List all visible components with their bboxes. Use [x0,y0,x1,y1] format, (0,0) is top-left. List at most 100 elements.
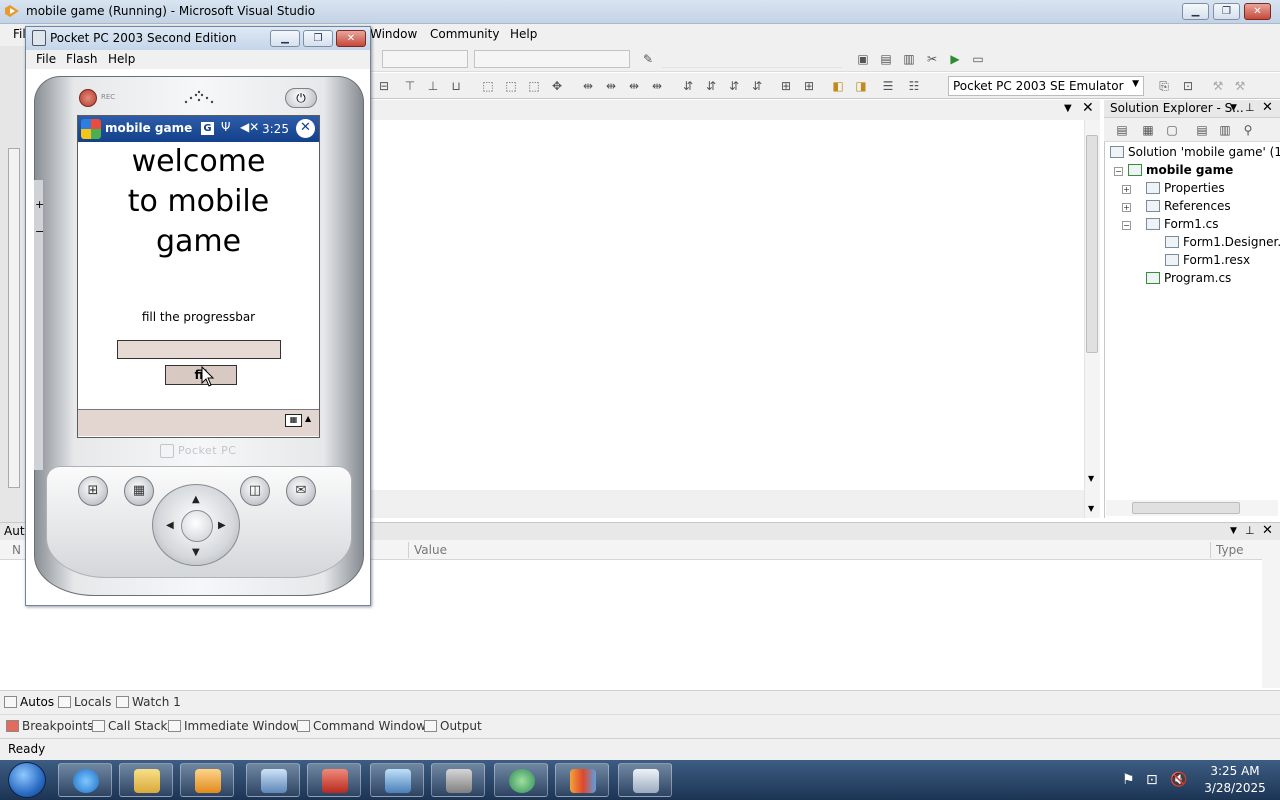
power-button[interactable]: ⏻ [285,88,317,108]
col-name[interactable]: N [12,543,21,557]
editor-scroll-thumb[interactable] [1086,135,1098,353]
autos-dropdown-icon[interactable]: ▼ [1230,526,1237,536]
panel-dropdown-icon[interactable]: ▼ [1230,103,1237,113]
emu-menu-file[interactable]: File [36,52,56,66]
dpad-center-button[interactable] [181,510,213,542]
volume-down-icon[interactable]: − [35,225,44,238]
dpad-down-icon[interactable]: ▼ [192,547,200,558]
tree-project[interactable]: mobile game [1128,163,1233,177]
taskbar-visual-studio[interactable] [555,763,609,797]
scroll-down-icon[interactable]: ▼ [1088,474,1094,483]
tree-item-properties[interactable]: Properties [1146,181,1225,195]
object-browser-icon[interactable]: ▥ [901,51,917,67]
taskbar-globe[interactable] [494,763,548,797]
hspacing-increase-icon[interactable]: ⇹ [603,78,619,94]
col-value[interactable]: Value [414,543,447,557]
tree-item-references[interactable]: References [1146,199,1231,213]
taskbar-device-emulator[interactable] [618,763,672,797]
align-lefts-icon[interactable]: ⊟ [376,78,392,94]
show-all-files-icon[interactable]: ▦ [1140,122,1156,138]
vspacing-decrease-icon[interactable]: ⇵ [726,78,742,94]
start-page-icon[interactable]: ▶ [947,51,963,67]
emu-menu-flash[interactable]: Flash [66,52,97,66]
record-button[interactable] [79,89,97,107]
hspacing-equal-icon[interactable]: ⇹ [580,78,596,94]
collapse-form1-icon[interactable]: − [1122,221,1131,230]
close-panel-icon[interactable]: ✕ [1262,100,1273,115]
keyboard-icon[interactable]: ▦ [285,414,302,427]
start-button[interactable] [8,762,46,798]
menu-file[interactable]: Fil [13,27,26,41]
mail-hw-button[interactable]: ✉ [286,476,316,506]
properties-icon[interactable]: ▤ [1114,122,1130,138]
refresh-icon[interactable]: ▢ [1164,122,1180,138]
toolbox-tab[interactable] [8,148,20,488]
tab-watch[interactable]: Watch 1 [116,695,181,709]
clock-time[interactable]: 3:25 AM [1190,764,1280,778]
tree-item-form1-resx[interactable]: Form1.resx [1165,253,1250,267]
emu-menu-help[interactable]: Help [108,52,135,66]
align-middles-icon[interactable]: ⊥ [425,78,441,94]
flag-icon[interactable]: ⚑ [1122,772,1135,788]
find-icon[interactable]: ✎ [640,51,656,67]
autos-pin-icon[interactable]: ⊥ [1245,524,1255,537]
tab-order-icon[interactable]: ☰ [880,78,896,94]
hspacing-decrease-icon[interactable]: ⇹ [626,78,642,94]
platform-combo[interactable] [474,50,630,68]
properties-icon[interactable]: ▤ [878,51,894,67]
bring-to-front-icon[interactable]: ◧ [830,78,846,94]
tab-output[interactable]: Output [424,719,482,733]
solution-scroll-thumb[interactable] [1132,502,1240,514]
device-options-icon[interactable]: ⊡ [1180,78,1196,94]
class-diagram-icon[interactable]: ⚲ [1240,122,1256,138]
toolbox-icon[interactable]: ✂ [924,51,940,67]
minimize-button[interactable]: ▁ [1182,3,1209,20]
center-horizontally-icon[interactable]: ⊞ [778,78,794,94]
menu-help[interactable]: Help [510,27,537,41]
make-same-height-icon[interactable]: ⬚ [503,78,519,94]
align-bottoms-icon[interactable]: ⊔ [448,78,464,94]
autos-close-icon[interactable]: ✕ [1262,523,1273,538]
taskbar-computer[interactable] [246,763,300,797]
send-to-back-icon[interactable]: ◨ [853,78,869,94]
editor-area[interactable] [370,120,1100,490]
tab-breakpoints[interactable]: Breakpoints [6,719,93,733]
dpad-up-icon[interactable]: ▲ [192,494,200,505]
emulator-minimize-button[interactable]: ▁ [270,30,300,47]
col-divider[interactable] [408,542,409,558]
tab-autos[interactable]: Autos [4,695,54,709]
restore-button[interactable]: ❐ [1213,3,1240,20]
tab-call-stack[interactable]: Call Stack [92,719,167,733]
tab-immediate-window[interactable]: Immediate Window [168,719,300,733]
make-same-size-icon[interactable]: ⬚ [526,78,542,94]
close-document-icon[interactable]: ✕ [1082,100,1094,116]
view-designer-icon[interactable]: ▥ [1217,122,1233,138]
volume-up-icon[interactable]: + [35,198,44,211]
vspacing-equal-icon[interactable]: ⇵ [680,78,696,94]
dpad-left-icon[interactable]: ◀ [166,520,174,531]
size-to-grid-icon[interactable]: ✥ [549,78,565,94]
command-window-icon[interactable]: ▭ [970,51,986,67]
dpad-right-icon[interactable]: ▶ [218,520,226,531]
tab-locals[interactable]: Locals [58,695,111,709]
collapse-project-icon[interactable]: − [1114,167,1123,176]
contacts-hw-button[interactable]: ◫ [240,476,270,506]
solution-explorer-icon[interactable]: ▣ [855,51,871,67]
hspacing-remove-icon[interactable]: ⇹ [649,78,665,94]
tree-item-form1[interactable]: Form1.cs [1146,217,1219,231]
taskbar-explorer[interactable] [119,763,173,797]
network-tray-icon[interactable]: ⊡ [1146,772,1158,788]
menu-window[interactable]: Window [370,27,417,41]
tree-item-form1-designer[interactable]: Form1.Designer.cs [1165,235,1280,249]
center-vertically-icon[interactable]: ⊞ [801,78,817,94]
connect-device-icon[interactable]: ⎘ [1156,78,1172,94]
expand-references-icon[interactable]: + [1122,203,1131,212]
taskbar-toolbox[interactable] [307,763,361,797]
taskbar-media-player[interactable] [180,763,234,797]
volume-muted-icon[interactable]: 🔇 [1170,772,1187,788]
target-device-combo[interactable]: Pocket PC 2003 SE Emulator ▼ [948,76,1144,96]
vspacing-increase-icon[interactable]: ⇵ [703,78,719,94]
taskbar-app[interactable] [431,763,485,797]
view-code-icon[interactable]: ▤ [1194,122,1210,138]
taskbar-ie[interactable] [58,763,112,797]
